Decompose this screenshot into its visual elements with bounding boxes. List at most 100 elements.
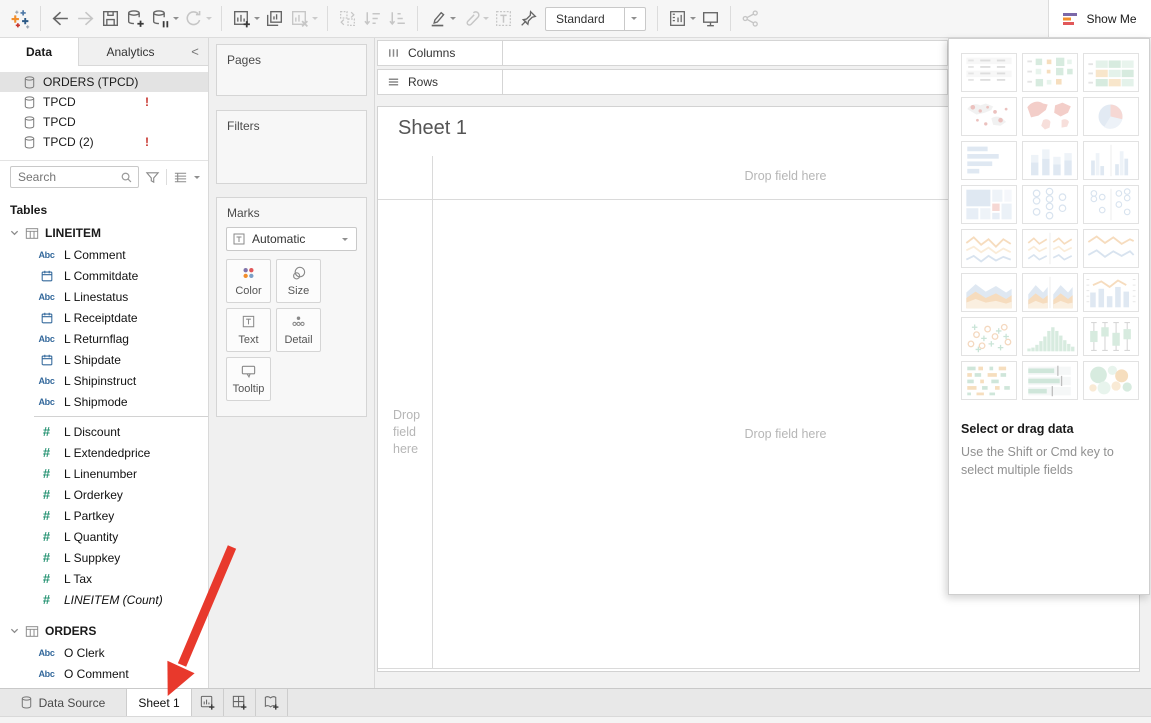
run-auto-updates-button[interactable] bbox=[181, 6, 206, 32]
duplicate-sheet-button[interactable] bbox=[262, 6, 287, 32]
presentation-mode-button[interactable] bbox=[698, 6, 723, 32]
showme-circle-view-thumbnail[interactable] bbox=[1022, 185, 1078, 224]
datasource-item[interactable]: TPCD! bbox=[0, 92, 208, 112]
showme-symbol-map-thumbnail[interactable] bbox=[961, 97, 1017, 136]
text-mark-button[interactable]: Text bbox=[226, 308, 271, 352]
field-item[interactable]: #L Orderkey bbox=[0, 484, 208, 505]
color-mark-button[interactable]: Color bbox=[226, 259, 271, 303]
show-mark-labels-button[interactable] bbox=[491, 6, 516, 32]
showme-side-by-side-bars-thumbnail[interactable] bbox=[1083, 141, 1139, 180]
pause-auto-updates-button[interactable] bbox=[148, 6, 173, 32]
new-worksheet-caret[interactable] bbox=[254, 17, 260, 23]
datasource-item[interactable]: TPCD (2)! bbox=[0, 132, 208, 152]
datasource-item[interactable]: ORDERS (TPCD) bbox=[0, 72, 208, 92]
showme-dual-combination-thumbnail[interactable] bbox=[1083, 273, 1139, 312]
tab-analytics[interactable]: Analytics bbox=[79, 38, 182, 66]
showme-discrete-lines-thumbnail[interactable] bbox=[1022, 229, 1078, 268]
fix-axes-pin-button[interactable] bbox=[516, 6, 541, 32]
group-members-caret[interactable] bbox=[483, 17, 489, 23]
showme-horizontal-bars-thumbnail[interactable] bbox=[961, 141, 1017, 180]
data-source-tab[interactable]: Data Source bbox=[0, 689, 127, 716]
showme-text-table-thumbnail[interactable] bbox=[961, 53, 1017, 92]
showme-histogram-thumbnail[interactable] bbox=[1022, 317, 1078, 356]
collapse-pane-button[interactable]: < bbox=[182, 38, 208, 66]
chevron-down-icon[interactable] bbox=[10, 627, 19, 635]
chevron-down-icon[interactable] bbox=[10, 229, 19, 237]
showme-continuous-lines-thumbnail[interactable] bbox=[961, 229, 1017, 268]
mark-type-dropdown[interactable]: Automatic bbox=[226, 227, 357, 251]
field-item[interactable]: #L Tax bbox=[0, 568, 208, 589]
columns-shelf[interactable]: Columns bbox=[377, 40, 948, 66]
sort-ascending-button[interactable] bbox=[360, 6, 385, 32]
field-item[interactable]: AbcL Shipmode bbox=[0, 391, 208, 412]
field-item[interactable]: AbcO Comment bbox=[0, 663, 208, 684]
new-story-tab-button[interactable] bbox=[256, 689, 288, 716]
new-data-source-button[interactable] bbox=[123, 6, 148, 32]
rows-shelf[interactable]: Rows bbox=[377, 69, 948, 95]
field-item[interactable]: AbcL Linestatus bbox=[0, 286, 208, 307]
field-item[interactable]: #LINEITEM (Count) bbox=[0, 589, 208, 610]
new-dashboard-tab-button[interactable] bbox=[224, 689, 256, 716]
field-item[interactable]: AbcL Comment bbox=[0, 244, 208, 265]
fit-selector-caret[interactable] bbox=[624, 8, 645, 30]
filters-shelf[interactable]: Filters bbox=[216, 110, 367, 184]
field-item[interactable]: AbcL Returnflag bbox=[0, 328, 208, 349]
showme-dual-lines-thumbnail[interactable] bbox=[1083, 229, 1139, 268]
tab-data[interactable]: Data bbox=[0, 38, 79, 66]
showme-filled-map-thumbnail[interactable] bbox=[1022, 97, 1078, 136]
showme-highlight-table-thumbnail[interactable] bbox=[1083, 53, 1139, 92]
showme-packed-bubbles-thumbnail[interactable] bbox=[1083, 361, 1139, 400]
view-options-icon[interactable] bbox=[173, 170, 188, 185]
clear-sheet-caret[interactable] bbox=[312, 17, 318, 23]
swap-rows-columns-button[interactable] bbox=[335, 6, 360, 32]
showme-box-and-whisker-thumbnail[interactable] bbox=[1083, 317, 1139, 356]
showme-gantt-thumbnail[interactable] bbox=[961, 361, 1017, 400]
highlight-button[interactable] bbox=[425, 6, 450, 32]
pause-auto-updates-caret[interactable] bbox=[173, 17, 179, 23]
showme-continuous-area-thumbnail[interactable] bbox=[961, 273, 1017, 312]
filter-fields-icon[interactable] bbox=[145, 170, 160, 185]
drop-zone-rows[interactable]: Drop field here bbox=[393, 407, 429, 458]
field-item[interactable]: L Shipdate bbox=[0, 349, 208, 370]
new-worksheet-tab-button[interactable] bbox=[192, 689, 224, 716]
highlight-caret[interactable] bbox=[450, 17, 456, 23]
showme-treemap-thumbnail[interactable] bbox=[961, 185, 1017, 224]
field-item[interactable]: #L Quantity bbox=[0, 526, 208, 547]
field-item[interactable]: #L Extendedprice bbox=[0, 442, 208, 463]
field-item[interactable]: L Commitdate bbox=[0, 265, 208, 286]
show-hide-cards-caret[interactable] bbox=[690, 17, 696, 23]
field-item[interactable]: #L Discount bbox=[0, 421, 208, 442]
group-members-button[interactable] bbox=[458, 6, 483, 32]
pages-shelf[interactable]: Pages bbox=[216, 44, 367, 96]
showme-stacked-bars-thumbnail[interactable] bbox=[1022, 141, 1078, 180]
showme-pie-chart-thumbnail[interactable] bbox=[1083, 97, 1139, 136]
sort-descending-button[interactable] bbox=[385, 6, 410, 32]
showme-bullet-graph-thumbnail[interactable] bbox=[1022, 361, 1078, 400]
forward-button[interactable] bbox=[73, 6, 98, 32]
table-group-header[interactable]: LINEITEM bbox=[0, 222, 208, 244]
datasource-item[interactable]: TPCD bbox=[0, 112, 208, 132]
share-workbook-button[interactable] bbox=[738, 6, 763, 32]
table-group-header[interactable]: ORDERS bbox=[0, 620, 208, 642]
showme-side-by-side-circles-thumbnail[interactable] bbox=[1083, 185, 1139, 224]
view-options-caret[interactable] bbox=[194, 176, 200, 182]
back-button[interactable] bbox=[48, 6, 73, 32]
mark-type-caret[interactable] bbox=[342, 238, 348, 244]
showme-heat-map-thumbnail[interactable] bbox=[1022, 53, 1078, 92]
new-worksheet-button[interactable] bbox=[229, 6, 254, 32]
show-me-button[interactable]: Show Me bbox=[1048, 0, 1151, 38]
save-button[interactable] bbox=[98, 6, 123, 32]
sheet-1-tab[interactable]: Sheet 1 bbox=[127, 689, 192, 716]
field-item[interactable]: L Receiptdate bbox=[0, 307, 208, 328]
field-item[interactable]: #L Partkey bbox=[0, 505, 208, 526]
detail-mark-button[interactable]: Detail bbox=[276, 308, 321, 352]
showme-scatter-plot-thumbnail[interactable] bbox=[961, 317, 1017, 356]
search-box[interactable] bbox=[10, 166, 139, 188]
columns-shelf-area[interactable] bbox=[503, 40, 948, 66]
fit-selector[interactable]: Standard bbox=[545, 7, 646, 31]
clear-sheet-button[interactable] bbox=[287, 6, 312, 32]
show-hide-cards-button[interactable] bbox=[665, 6, 690, 32]
field-item[interactable]: #L Linenumber bbox=[0, 463, 208, 484]
showme-discrete-area-thumbnail[interactable] bbox=[1022, 273, 1078, 312]
field-item[interactable]: AbcO Clerk bbox=[0, 642, 208, 663]
